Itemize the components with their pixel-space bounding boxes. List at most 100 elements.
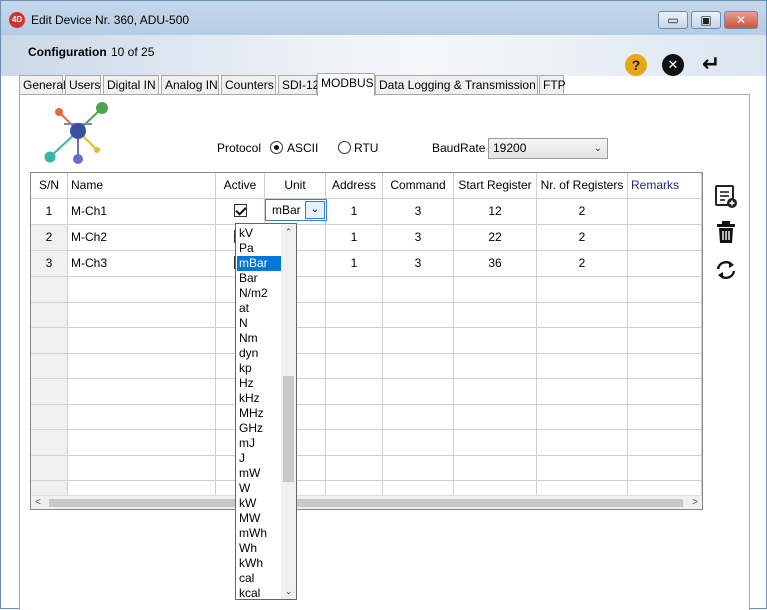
empty-cell[interactable] (383, 328, 454, 354)
empty-table-row[interactable] (31, 277, 702, 303)
empty-table-row[interactable] (31, 430, 702, 456)
row-start-register[interactable]: 12 (454, 199, 537, 225)
empty-cell[interactable] (68, 328, 216, 354)
unit-option[interactable]: mW (237, 466, 281, 481)
empty-cell[interactable] (537, 277, 628, 303)
table-row[interactable]: 2 M-Ch2 1 3 22 2 (31, 225, 702, 251)
empty-cell[interactable] (31, 379, 68, 405)
empty-cell[interactable] (383, 353, 454, 379)
close-icon[interactable]: ✕ (662, 54, 684, 76)
protocol-ascii-radio[interactable] (270, 141, 283, 154)
row-command[interactable]: 3 (383, 251, 454, 277)
header-unit[interactable]: Unit (265, 173, 326, 199)
empty-cell[interactable] (628, 404, 702, 430)
empty-cell[interactable] (628, 328, 702, 354)
add-row-icon[interactable] (713, 183, 739, 209)
unit-option[interactable]: kWh (237, 556, 281, 571)
scroll-down-icon[interactable]: ⌄ (281, 584, 296, 598)
header-address[interactable]: Address (326, 173, 383, 199)
header-remarks[interactable]: Remarks (628, 173, 702, 199)
empty-table-row[interactable] (31, 302, 702, 328)
unit-combobox[interactable]: mBar ⌄ (265, 199, 327, 221)
empty-cell[interactable] (454, 379, 537, 405)
unit-option[interactable]: MW (237, 511, 281, 526)
row-start-register[interactable]: 36 (454, 251, 537, 277)
empty-cell[interactable] (68, 455, 216, 481)
tab-users[interactable]: Users (65, 75, 101, 95)
help-icon[interactable]: ? (625, 54, 647, 76)
empty-cell[interactable] (326, 353, 383, 379)
empty-cell[interactable] (454, 328, 537, 354)
header-nr-registers[interactable]: Nr. of Registers (537, 173, 628, 199)
empty-cell[interactable] (537, 302, 628, 328)
tab-general[interactable]: General (19, 75, 66, 95)
unit-option[interactable]: J (237, 451, 281, 466)
unit-option[interactable]: Nm (237, 331, 281, 346)
empty-cell[interactable] (628, 430, 702, 456)
header-command[interactable]: Command (383, 173, 454, 199)
row-name[interactable]: M-Ch2 (68, 225, 216, 251)
unit-option[interactable]: kHz (237, 391, 281, 406)
unit-option[interactable]: N/m2 (237, 286, 281, 301)
minimize-button[interactable]: ▭ (658, 11, 688, 29)
header-start-register[interactable]: Start Register (454, 173, 537, 199)
empty-cell[interactable] (537, 404, 628, 430)
empty-cell[interactable] (454, 277, 537, 303)
empty-cell[interactable] (68, 277, 216, 303)
empty-cell[interactable] (68, 302, 216, 328)
tab-digital-in[interactable]: Digital IN (103, 75, 159, 95)
empty-cell[interactable] (383, 404, 454, 430)
tab-data-logging[interactable]: Data Logging & Transmission (375, 75, 538, 95)
empty-cell[interactable] (31, 404, 68, 430)
empty-cell[interactable] (454, 353, 537, 379)
row-name[interactable]: M-Ch3 (68, 251, 216, 277)
enter-icon[interactable]: ↵ (698, 53, 724, 76)
empty-cell[interactable] (383, 430, 454, 456)
row-nr-registers[interactable]: 2 (537, 199, 628, 225)
empty-cell[interactable] (628, 455, 702, 481)
empty-table-row[interactable] (31, 328, 702, 354)
dropdown-scroll-thumb[interactable] (283, 376, 294, 482)
protocol-rtu-radio[interactable] (338, 141, 351, 154)
tab-sdi-12[interactable]: SDI-12 (278, 75, 319, 95)
header-name[interactable]: Name (68, 173, 216, 199)
unit-option[interactable]: Hz (237, 376, 281, 391)
refresh-icon[interactable] (713, 257, 739, 283)
empty-cell[interactable] (68, 379, 216, 405)
header-active[interactable]: Active (216, 173, 265, 199)
row-name[interactable]: M-Ch1 (68, 199, 216, 225)
horizontal-scrollbar[interactable]: < > (31, 495, 702, 509)
unit-option[interactable]: kp (237, 361, 281, 376)
empty-cell[interactable] (31, 455, 68, 481)
empty-cell[interactable] (454, 302, 537, 328)
baudrate-select[interactable]: 19200 ⌄ (488, 138, 608, 159)
empty-cell[interactable] (31, 353, 68, 379)
table-row[interactable]: 3 M-Ch3 1 3 36 2 (31, 251, 702, 277)
empty-cell[interactable] (454, 455, 537, 481)
empty-cell[interactable] (383, 455, 454, 481)
unit-option[interactable]: Bar (237, 271, 281, 286)
empty-cell[interactable] (537, 353, 628, 379)
row-nr-registers[interactable]: 2 (537, 225, 628, 251)
unit-option[interactable]: kW (237, 496, 281, 511)
active-checkbox[interactable] (233, 204, 247, 217)
header-sn[interactable]: S/N (31, 173, 68, 199)
unit-option[interactable]: W (237, 481, 281, 496)
empty-cell[interactable] (454, 404, 537, 430)
dropdown-scrollbar[interactable]: ⌃ ⌄ (281, 224, 296, 599)
unit-option[interactable]: mWh (237, 526, 281, 541)
row-command[interactable]: 3 (383, 199, 454, 225)
empty-cell[interactable] (31, 430, 68, 456)
unit-option[interactable]: N (237, 316, 281, 331)
horizontal-scroll-thumb[interactable] (49, 499, 683, 507)
empty-cell[interactable] (68, 353, 216, 379)
scroll-left-icon[interactable]: < (31, 496, 45, 509)
unit-option[interactable]: Pa (237, 241, 281, 256)
empty-cell[interactable] (383, 302, 454, 328)
empty-cell[interactable] (326, 302, 383, 328)
row-address[interactable]: 1 (326, 199, 383, 225)
empty-cell[interactable] (31, 277, 68, 303)
empty-cell[interactable] (68, 430, 216, 456)
row-address[interactable]: 1 (326, 251, 383, 277)
empty-cell[interactable] (326, 455, 383, 481)
